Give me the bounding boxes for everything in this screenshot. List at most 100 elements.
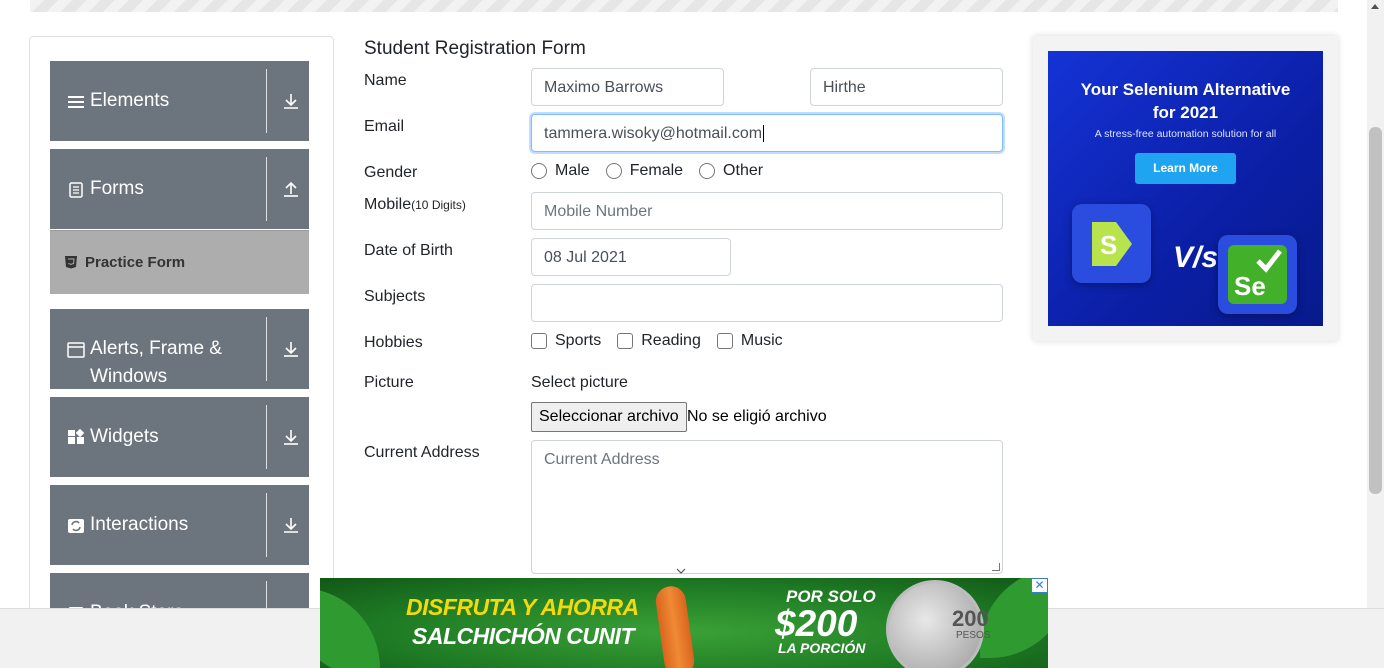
hobby-sports-label[interactable]: Sports	[555, 332, 601, 350]
leaf-decoration	[320, 588, 380, 668]
current-address-label: Current Address	[364, 444, 480, 461]
mobile-label-text: Mobile	[364, 196, 412, 213]
gender-other-radio[interactable]	[699, 163, 716, 179]
side-ad-banner[interactable]: Your Selenium Alternative for 2021 A str…	[1048, 51, 1323, 326]
sync-icon	[68, 519, 84, 533]
dob-label: Date of Birth	[364, 242, 453, 259]
widgets-icon	[68, 429, 85, 444]
hobby-sports-checkbox[interactable]	[531, 333, 547, 349]
bottom-ad-line2: SALCHICHÓN CUNIT	[412, 623, 635, 649]
katalon-logo-icon: S	[1092, 222, 1132, 266]
gender-female-option[interactable]: Female	[605, 162, 683, 180]
bottom-ad-price: $200	[775, 603, 858, 644]
chevron-down-icon	[676, 568, 686, 574]
selenium-logo-letters: Se	[1234, 271, 1266, 301]
hobby-reading-option[interactable]: Reading	[617, 332, 701, 350]
gender-male-option[interactable]: Male	[531, 162, 590, 180]
hobby-sports-option[interactable]: Sports	[531, 332, 601, 350]
document-icon	[69, 182, 83, 198]
gender-label: Gender	[364, 164, 418, 181]
window-icon	[67, 342, 85, 358]
divider	[266, 317, 267, 381]
sidebar-group-forms[interactable]: Forms	[50, 149, 309, 229]
gender-male-label[interactable]: Male	[555, 162, 590, 180]
sidebar-group-elements[interactable]: Elements	[50, 61, 309, 141]
download-arrow-icon	[284, 518, 298, 533]
katalon-logo: S	[1072, 204, 1151, 283]
side-ad[interactable]: Your Selenium Alternative for 2021 A str…	[1033, 36, 1338, 341]
upload-arrow-icon	[284, 181, 298, 197]
gender-other-label[interactable]: Other	[723, 162, 763, 180]
sidebar-group-label: Forms	[90, 178, 144, 199]
hobby-music-option[interactable]: Music	[716, 332, 783, 350]
download-arrow-icon	[284, 94, 298, 109]
divider	[266, 493, 267, 557]
hobbies-checkbox-group: Sports Reading Music	[531, 332, 799, 350]
download-arrow-icon	[284, 342, 298, 357]
dob-input[interactable]: 08 Jul 2021	[531, 238, 731, 276]
hobby-reading-label[interactable]: Reading	[641, 332, 701, 350]
mobile-hint: (10 Digits)	[411, 198, 466, 212]
hobby-music-label[interactable]: Music	[741, 332, 783, 350]
side-ad-title-line1: Your Selenium Alternative	[1080, 80, 1291, 99]
hobby-reading-checkbox[interactable]	[617, 333, 634, 349]
sidebar-item-practice-form[interactable]: Practice Form	[50, 230, 309, 294]
sidebar-group-alerts-frame-windows[interactable]: Alerts, Frame & Windows	[50, 309, 309, 389]
ad-close-icon[interactable]: ✕	[1031, 578, 1048, 593]
bottom-ad-porcion: LA PORCIÓN	[778, 640, 866, 656]
gender-male-radio[interactable]	[531, 163, 547, 179]
last-name-input[interactable]: Hirthe	[810, 68, 1003, 106]
download-arrow-icon	[284, 430, 298, 445]
resize-grip-icon[interactable]	[992, 563, 1000, 571]
gender-female-radio[interactable]	[605, 163, 622, 179]
html5-icon	[65, 256, 77, 269]
vertical-scrollbar[interactable]	[1367, 0, 1384, 608]
versus-text: V/s	[1173, 241, 1219, 274]
current-address-placeholder: Current Address	[544, 451, 660, 468]
sidebar-group-label: Elements	[90, 90, 170, 111]
gender-other-option[interactable]: Other	[699, 162, 763, 180]
divider	[266, 157, 267, 221]
list-icon	[68, 96, 84, 108]
scrollbar-thumb[interactable]	[1369, 127, 1382, 494]
text-cursor	[763, 125, 765, 142]
gender-radio-group: Male Female Other	[531, 162, 779, 180]
picture-label: Picture	[364, 374, 414, 391]
coin-unit: PESOS	[956, 630, 991, 641]
file-upload-button[interactable]: Seleccionar archivo	[531, 402, 687, 432]
current-address-textarea[interactable]: Current Address	[531, 440, 1003, 574]
sidebar-group-label: Alerts, Frame &	[90, 338, 222, 359]
file-status-text: No se eligió archivo	[687, 408, 827, 425]
scroll-up-arrow-icon[interactable]	[1371, 4, 1379, 9]
sidebar-item-label: Practice Form	[85, 254, 186, 271]
gender-female-label[interactable]: Female	[630, 162, 683, 180]
coin-value: 200	[952, 606, 989, 631]
sidebar-group-label: Widgets	[90, 426, 159, 447]
bottom-ad-banner[interactable]: DISFRUTA Y AHORRA SALCHICHÓN CUNIT POR S…	[320, 578, 1048, 668]
hobby-music-checkbox[interactable]	[716, 333, 733, 349]
side-ad-title-line2: for 2021	[1152, 103, 1219, 122]
selenium-logo-icon: Se	[1228, 245, 1287, 304]
sidebar-group-widgets[interactable]: Widgets	[50, 397, 309, 477]
sidebar-group-interactions[interactable]: Interactions	[50, 485, 309, 565]
sidebar-group-label-line2: Windows	[90, 366, 168, 387]
mobile-label: Mobile(10 Digits)	[364, 193, 466, 217]
learn-more-button[interactable]: Learn More	[1135, 153, 1236, 184]
hobbies-label: Hobbies	[364, 334, 423, 351]
select-picture-label: Select picture	[531, 374, 628, 391]
katalon-logo-letter: S	[1100, 230, 1117, 260]
email-input[interactable]: tammera.wisoky@hotmail.com	[531, 114, 1003, 152]
email-label: Email	[364, 118, 405, 135]
divider	[266, 69, 267, 133]
divider	[266, 405, 267, 469]
subjects-label: Subjects	[364, 288, 426, 305]
mobile-input[interactable]: Mobile Number	[531, 192, 1003, 230]
sidebar: Elements Forms Practice Form Alerts, Fra…	[29, 36, 334, 626]
first-name-input[interactable]: Maximo Barrows	[531, 68, 724, 106]
selenium-logo: Se	[1218, 235, 1297, 314]
subjects-input[interactable]	[531, 284, 1003, 322]
sidebar-group-label: Interactions	[90, 514, 189, 535]
email-value: tammera.wisoky@hotmail.com	[544, 125, 763, 142]
name-label: Name	[364, 72, 407, 89]
sausage-image	[653, 584, 697, 668]
